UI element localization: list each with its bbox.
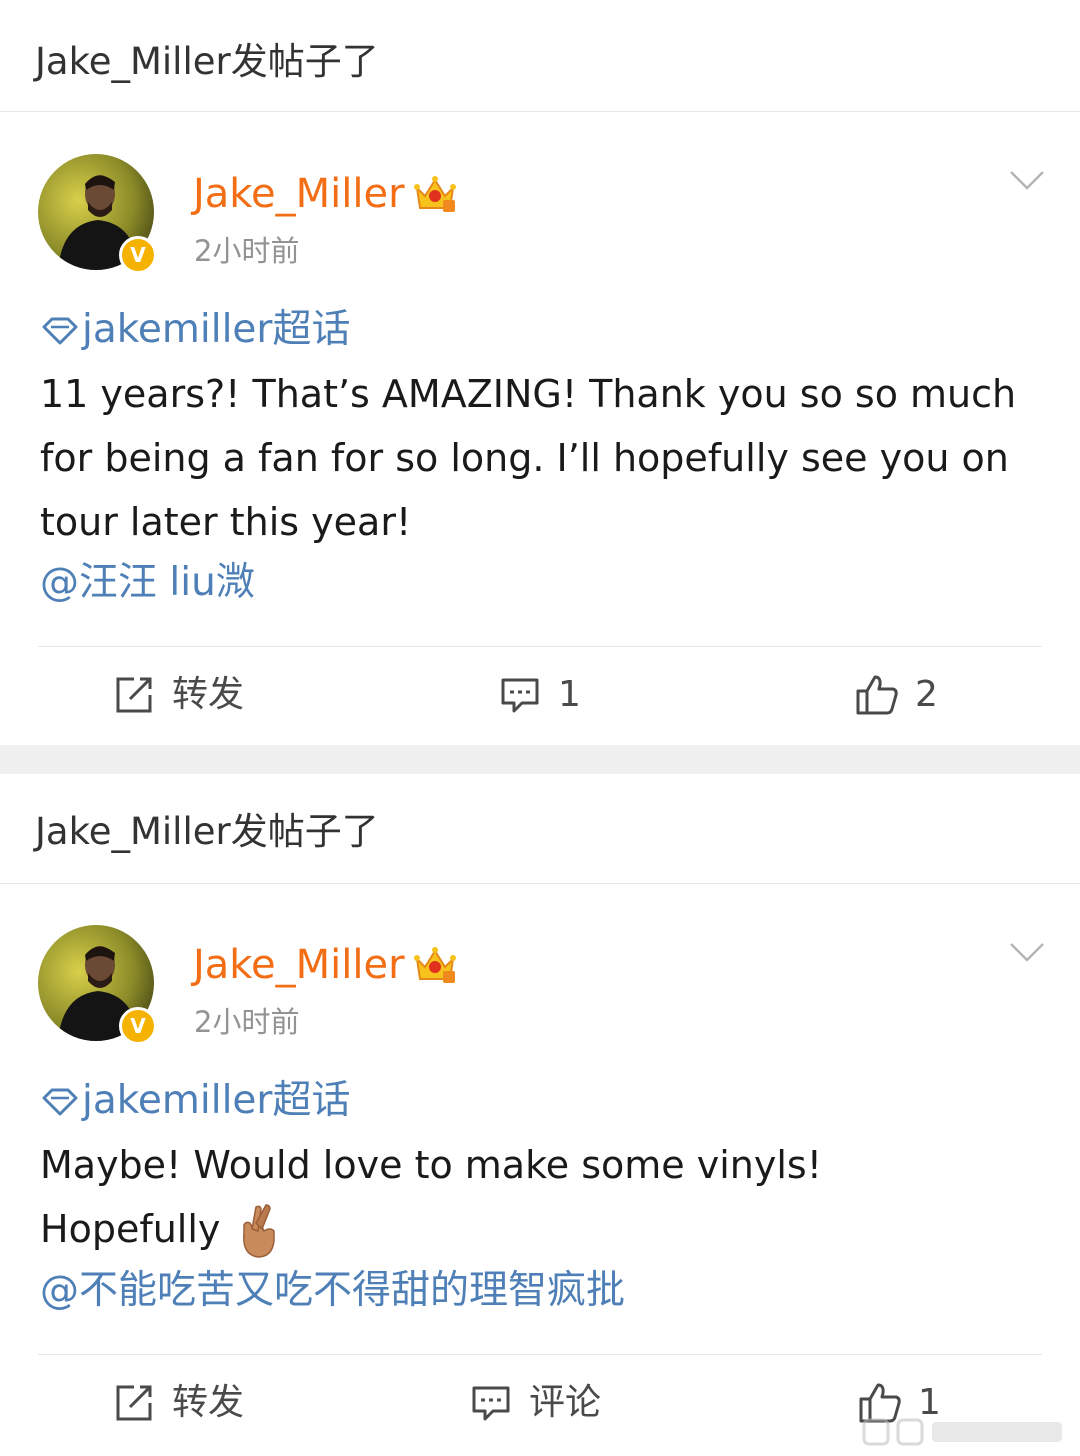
repost-button[interactable]: 转发 <box>114 671 274 719</box>
like-count: 2 <box>915 674 938 715</box>
comment-button[interactable]: 1 <box>500 671 620 719</box>
comment-count: 1 <box>558 674 581 715</box>
diamond-topic-icon <box>42 1088 78 1116</box>
post-card: Jake_Miller发帖子了 V Jake_Miller 2小时前 jakem… <box>0 774 1080 1456</box>
comment-label: 评论 <box>529 1382 602 1423</box>
post-timestamp: 2小时前 <box>194 234 300 268</box>
repost-label: 转发 <box>172 674 245 715</box>
username[interactable]: Jake_Miller <box>193 168 405 220</box>
repost-button[interactable]: 转发 <box>114 1379 274 1427</box>
comment-icon <box>501 678 539 713</box>
chevron-down-icon[interactable] <box>1008 940 1046 964</box>
topic-label: jakemiller超话 <box>82 307 351 352</box>
topic-label: jakemiller超话 <box>82 1078 351 1123</box>
verified-badge-icon: V <box>119 236 157 274</box>
comment-icon <box>472 1386 510 1421</box>
post-text: 11 years?! That’s AMAZING! Thank you so … <box>40 372 1029 544</box>
post-header-text: Jake_Miller发帖子了 <box>35 810 379 853</box>
post-timestamp: 2小时前 <box>194 1005 300 1039</box>
post-card: Jake_Miller发帖子了 V Jake_Miller 2小时前 jakem… <box>0 0 1080 745</box>
repost-label: 转发 <box>172 1382 245 1423</box>
mention-link[interactable]: @汪汪 liu溦 <box>40 556 255 610</box>
mention-link[interactable]: @不能吃苦又吃不得甜的理智疯批 <box>40 1264 625 1318</box>
post-text-content: Maybe! Would love to make some vinyls! H… <box>40 1143 822 1251</box>
divider <box>38 646 1042 647</box>
crossed-fingers-emoji <box>243 1203 276 1258</box>
chevron-down-icon[interactable] <box>1008 168 1046 192</box>
verified-badge-icon: V <box>119 1007 157 1045</box>
post-separator <box>0 745 1080 774</box>
diamond-topic-icon <box>42 317 78 345</box>
divider <box>38 1354 1042 1355</box>
post-header-text: Jake_Miller发帖子了 <box>35 40 379 83</box>
share-edit-icon <box>116 677 152 713</box>
username[interactable]: Jake_Miller <box>193 939 405 991</box>
post-header: Jake_Miller发帖子了 <box>0 0 1080 112</box>
share-edit-icon <box>116 1385 152 1421</box>
like-button[interactable]: 2 <box>855 671 975 719</box>
comment-button[interactable]: 评论 <box>471 1379 631 1427</box>
watermark-logo <box>862 1418 1062 1446</box>
post-text: Maybe! Would love to make some vinyls! H… <box>40 1133 1050 1261</box>
post-header: Jake_Miller发帖子了 <box>0 774 1080 884</box>
thumbs-up-icon <box>856 675 898 715</box>
crown-badge-icon <box>414 947 456 983</box>
crown-badge-icon <box>414 176 456 212</box>
